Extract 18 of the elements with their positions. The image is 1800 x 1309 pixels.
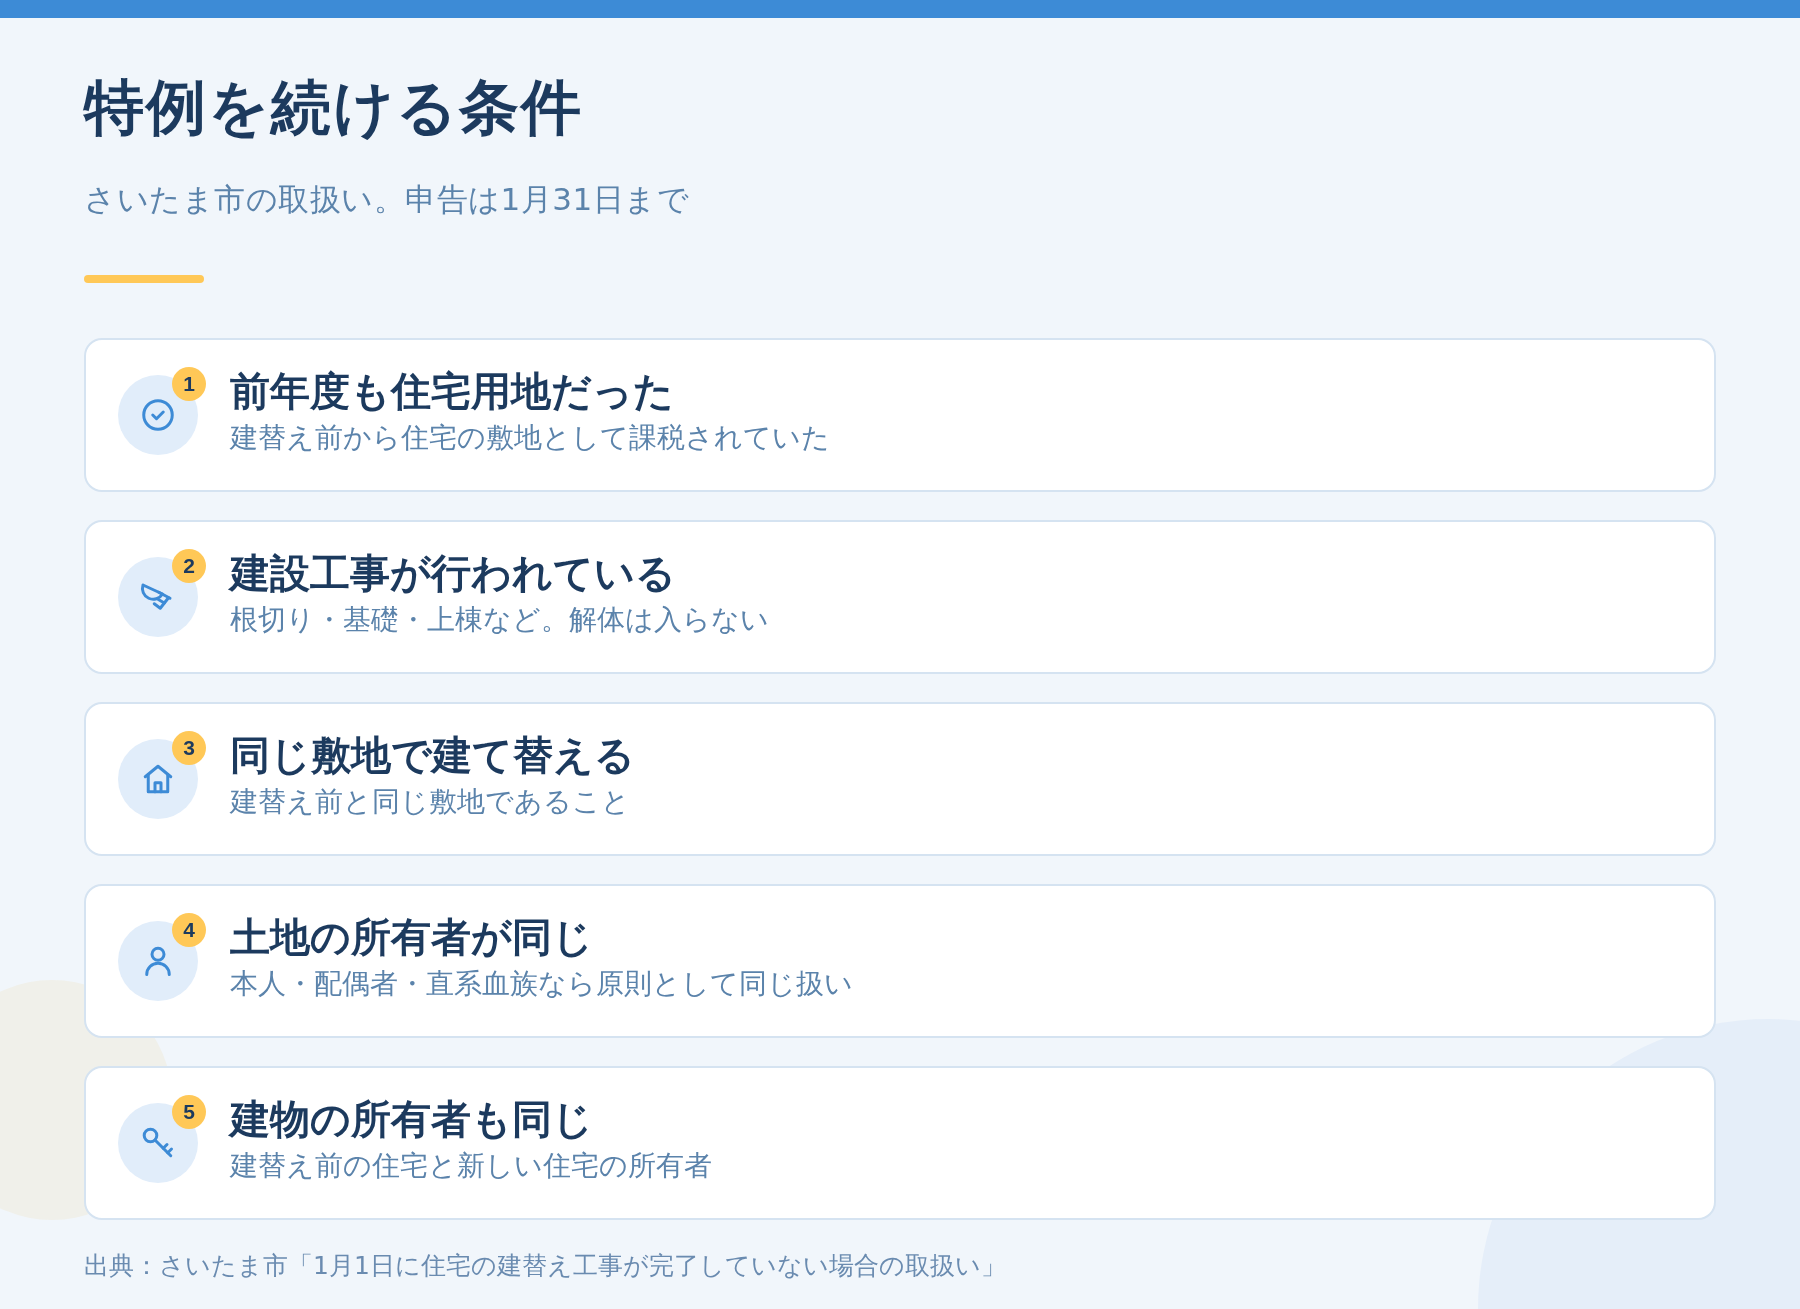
page-subtitle: さいたま市の取扱い。申告は1月31日まで xyxy=(84,180,690,219)
number-badge: 1 xyxy=(172,367,206,402)
condition-heading: 土地の所有者が同じ xyxy=(230,913,594,963)
number-badge: 2 xyxy=(172,549,206,584)
condition-description: 建替え前から住宅の敷地として課税されていた xyxy=(230,420,830,457)
condition-description: 建替え前と同じ敷地であること xyxy=(230,784,631,821)
page-title: 特例を続ける条件 xyxy=(84,71,583,143)
source-note: 出典：さいたま市「1月1日に住宅の建替え工事が完了していない場合の取扱い」 xyxy=(84,1250,1006,1283)
condition-description: 根切り・基礎・上棟など。解体は入らない xyxy=(230,602,769,639)
condition-description: 本人・配偶者・直系血族なら原則として同じ扱い xyxy=(230,966,853,1003)
condition-heading: 同じ敷地で建て替える xyxy=(230,731,635,781)
condition-heading: 前年度も住宅用地だった xyxy=(230,367,675,417)
number-badge: 4 xyxy=(172,913,206,948)
number-badge: 5 xyxy=(172,1095,206,1130)
number-badge: 3 xyxy=(172,731,206,766)
condition-heading: 建物の所有者も同じ xyxy=(230,1095,594,1145)
condition-description: 建替え前の住宅と新しい住宅の所有者 xyxy=(230,1148,712,1185)
condition-heading: 建設工事が行われている xyxy=(230,549,677,599)
